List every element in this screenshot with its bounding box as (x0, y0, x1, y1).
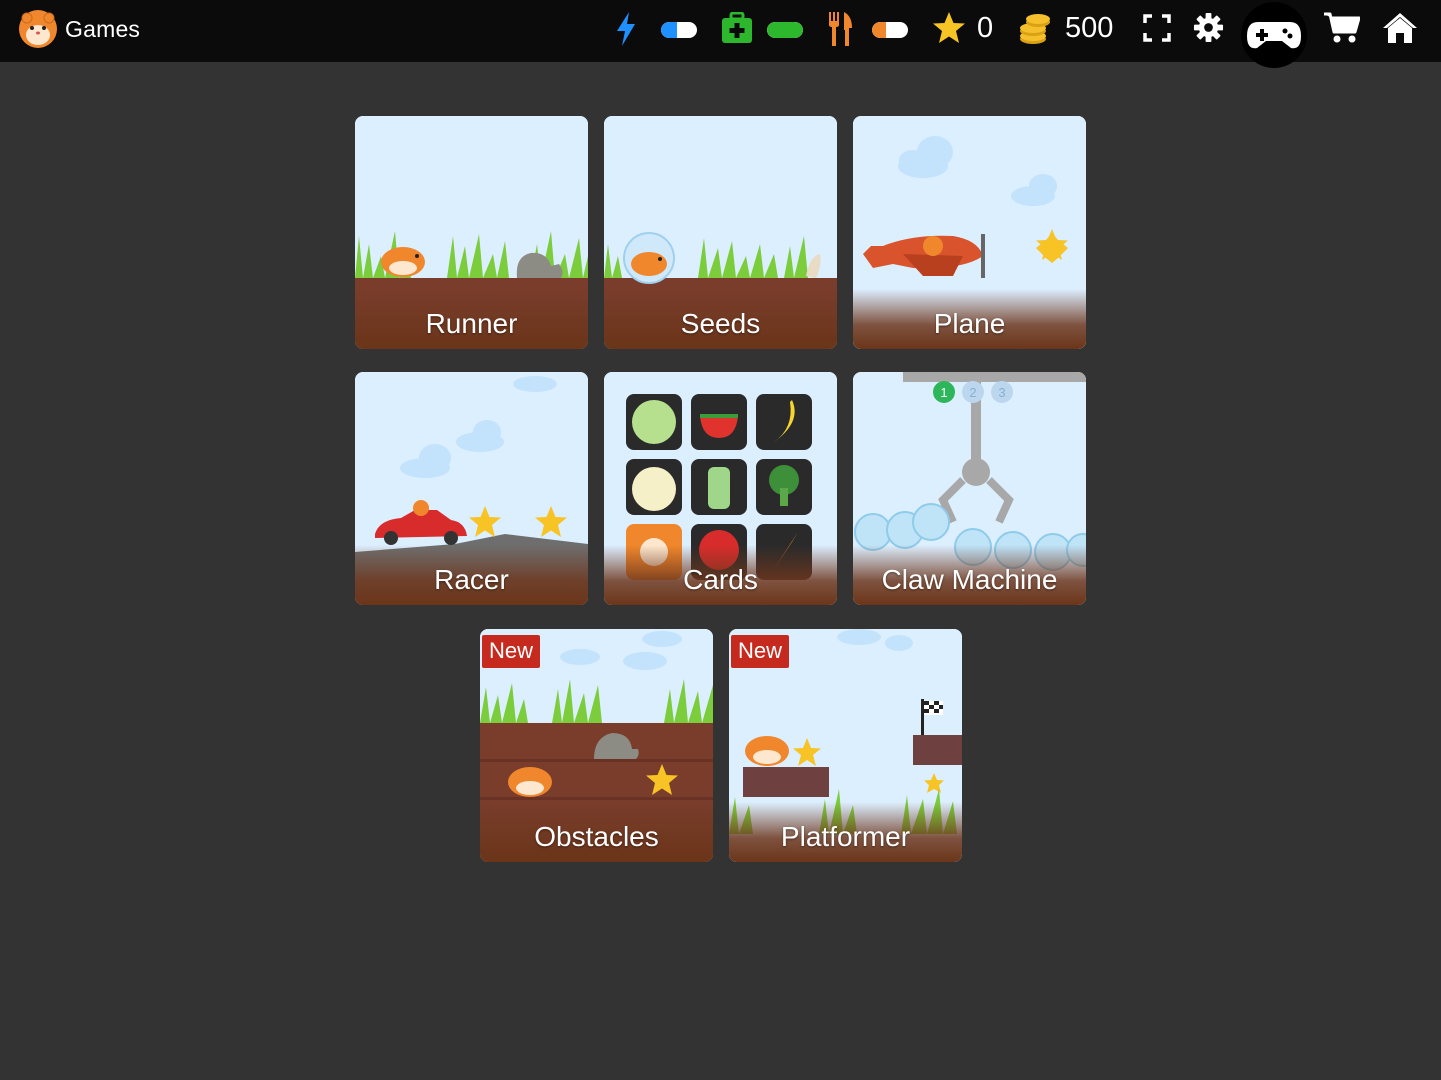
cabbage (632, 400, 676, 444)
game-label: Obstacles (534, 821, 659, 852)
games-button[interactable] (1241, 2, 1307, 68)
energy-bar (661, 22, 697, 38)
platform (913, 735, 962, 765)
star-icon (933, 12, 965, 43)
game-label: Plane (933, 308, 1006, 339)
celery (708, 467, 730, 509)
new-badge: New (482, 635, 541, 668)
first-aid-kit-icon (722, 12, 752, 43)
game-label: Seeds (680, 308, 761, 339)
energy-bar-fill (661, 22, 678, 38)
apple (632, 467, 676, 511)
fork-knife-icon (829, 12, 852, 46)
gear-icon[interactable] (1193, 12, 1224, 43)
gamepad-icon (1247, 22, 1301, 49)
game-tile-seeds[interactable]: Seeds (604, 116, 837, 349)
finish-flag (921, 699, 924, 735)
health-bar-fill (767, 22, 803, 38)
game-tile-plane[interactable]: Plane (853, 116, 1086, 349)
lightning-icon (617, 12, 635, 46)
app-title: Games (65, 15, 141, 42)
food-bar-fill (872, 22, 887, 38)
game-label: Racer (434, 564, 509, 595)
coins-icon (1020, 14, 1050, 44)
health-bar (767, 22, 803, 38)
game-tile-cards[interactable]: Cards (604, 372, 837, 605)
top-bar: Games 0 500 (0, 0, 1441, 68)
game-tile-platformer[interactable]: New Platformer (729, 629, 962, 862)
stars-count: 0 (977, 12, 994, 44)
claw-counter-1: 1 (940, 385, 947, 400)
game-label: Runner (425, 308, 518, 339)
claw-counter-3: 3 (998, 385, 1005, 400)
game-tile-claw-machine[interactable]: 1 2 3 Claw Machine (853, 372, 1086, 605)
brand: Games (18, 9, 140, 49)
cart-icon[interactable] (1324, 12, 1360, 44)
food-bar (872, 22, 908, 38)
claw-counter-2: 2 (969, 385, 976, 400)
game-label: Claw Machine (881, 564, 1058, 595)
platform (743, 767, 829, 797)
game-tile-runner[interactable]: Runner (355, 116, 588, 349)
game-label: Platformer (780, 821, 911, 852)
hamster-face-icon (19, 10, 57, 48)
game-tile-obstacles[interactable]: New Obstacles (480, 629, 713, 862)
game-tile-racer[interactable]: Racer (355, 372, 588, 605)
coins-count: 500 (1065, 12, 1114, 44)
home-icon[interactable] (1382, 12, 1418, 44)
fullscreen-icon[interactable] (1143, 14, 1171, 42)
new-badge: New (731, 635, 790, 668)
game-label: Cards (683, 564, 758, 595)
